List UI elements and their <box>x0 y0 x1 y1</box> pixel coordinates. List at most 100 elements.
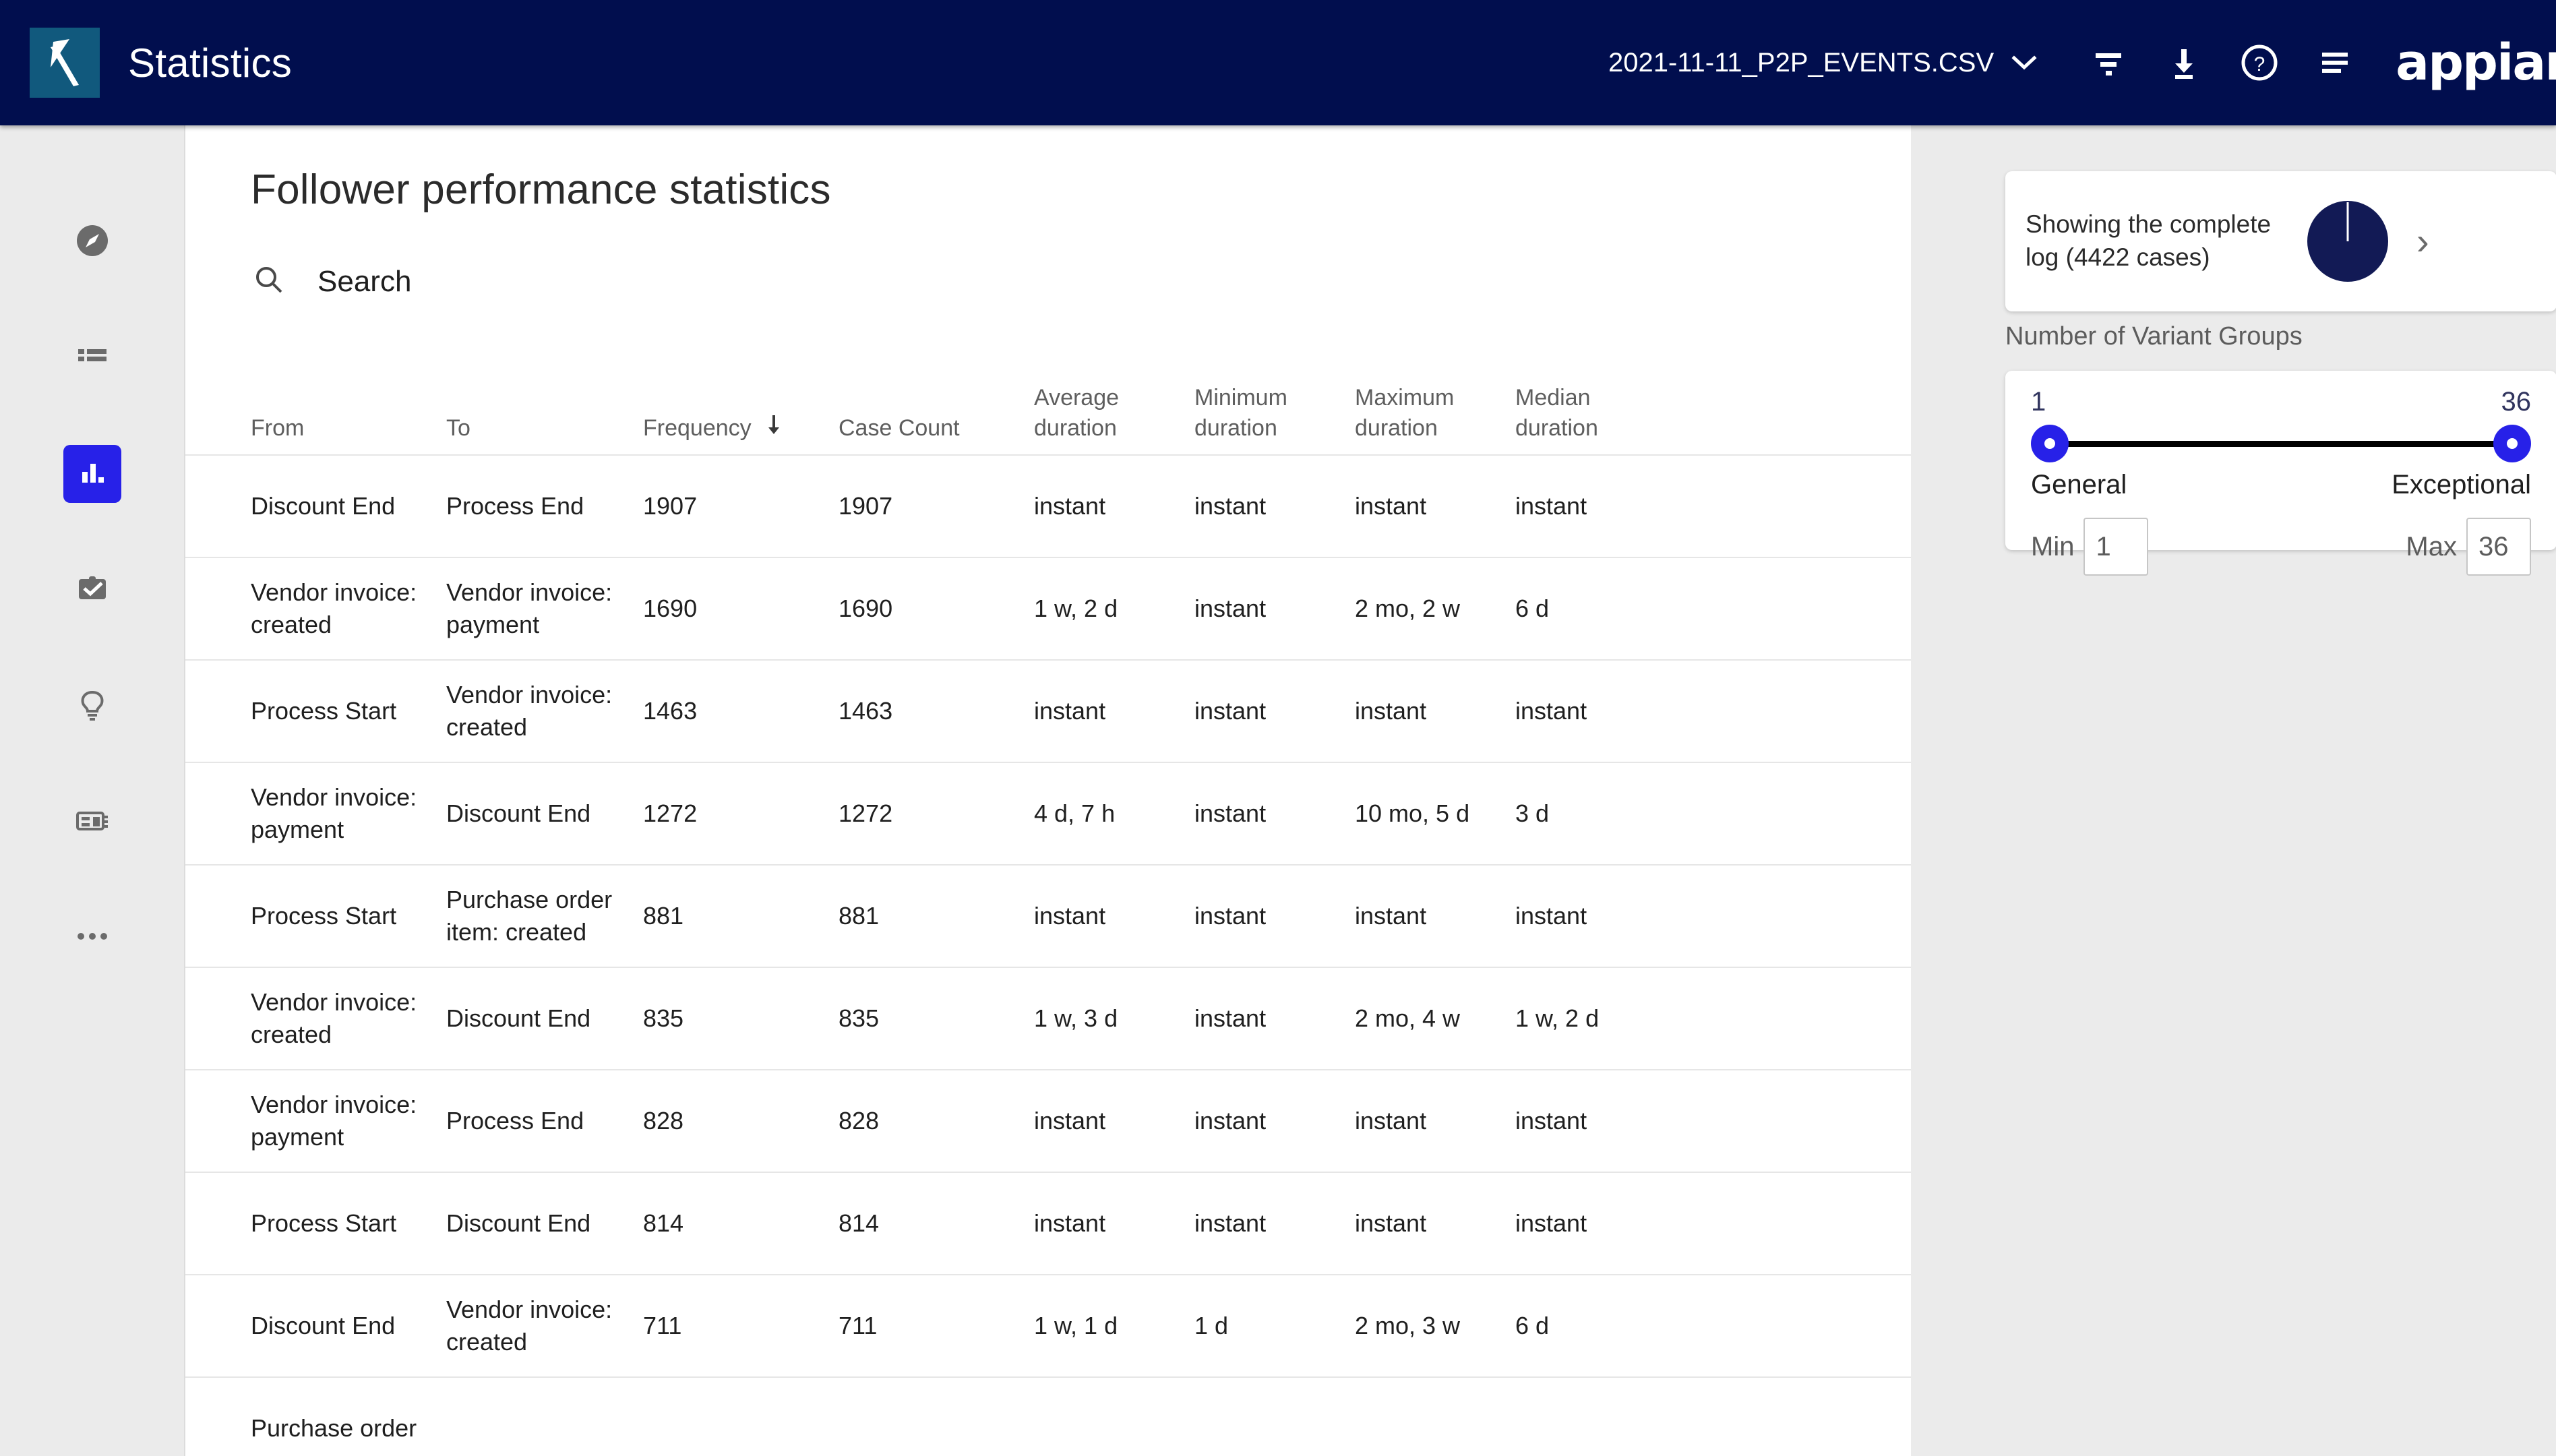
table-row[interactable]: Process Start Discount End 814 814 insta… <box>185 1173 1911 1275</box>
cell-case-count: 1690 <box>839 595 893 623</box>
cell-from: Vendor invoice: payment <box>251 1091 417 1151</box>
cell-frequency: 1907 <box>643 492 698 520</box>
download-icon[interactable] <box>2152 30 2216 95</box>
cell-average-duration: 1 w, 3 d <box>1034 1004 1118 1033</box>
slider-left-label: General <box>2031 470 2127 499</box>
log-summary-card[interactable]: Showing the complete log (4422 cases) › <box>2005 171 2556 311</box>
cell-from: Discount End <box>251 492 396 520</box>
cell-to: Process End <box>446 1107 584 1135</box>
cell-minimum-duration: instant <box>1194 697 1267 725</box>
column-header-average-duration[interactable]: Average duration <box>1034 383 1194 444</box>
table-row[interactable]: Vendor invoice: payment Discount End 127… <box>185 763 1911 866</box>
cell-average-duration: instant <box>1034 1107 1106 1135</box>
list-icon <box>73 338 111 379</box>
cell-to: Discount End <box>446 1004 591 1033</box>
cell-case-count: 1463 <box>839 697 893 725</box>
search-input[interactable]: Search <box>253 264 859 299</box>
table-row[interactable]: Vendor invoice: created Vendor invoice: … <box>185 558 1911 661</box>
sidebar-item-explore[interactable] <box>63 213 121 271</box>
cell-minimum-duration: instant <box>1194 1209 1267 1238</box>
sidebar-item-more[interactable] <box>63 909 121 967</box>
table-row[interactable]: Vendor invoice: payment Process End 828 … <box>185 1070 1911 1173</box>
appian-k-logo-icon[interactable] <box>30 28 100 98</box>
cell-case-count: 835 <box>839 1004 880 1033</box>
column-header-median-duration[interactable]: Median duration <box>1515 383 1691 444</box>
appian-wordmark-logo: appian <box>2396 34 2556 92</box>
hamburger-menu-icon[interactable] <box>2303 30 2367 95</box>
cell-maximum-duration: 2 mo, 2 w <box>1355 595 1461 623</box>
cell-median-duration: 1 w, 2 d <box>1515 1004 1600 1033</box>
chevron-down-icon <box>2011 48 2037 78</box>
section-title: Follower performance statistics <box>251 166 831 213</box>
slider-right-value: 36 <box>2501 387 2532 417</box>
slider-track <box>2050 440 2512 447</box>
column-header-case-count[interactable]: Case Count <box>839 413 1034 444</box>
variant-range-slider[interactable] <box>2031 421 2531 466</box>
cell-frequency: 1690 <box>643 595 698 623</box>
cell-case-count: 1907 <box>839 492 893 520</box>
cell-to: Vendor invoice: created <box>446 1296 613 1356</box>
sidebar-item-tasks[interactable] <box>63 561 121 619</box>
chevron-right-icon[interactable]: › <box>2416 222 2429 260</box>
cell-to: Process End <box>446 492 584 520</box>
cell-maximum-duration: instant <box>1355 492 1427 520</box>
cell-minimum-duration: instant <box>1194 595 1267 623</box>
file-select-dropdown[interactable]: 2021-11-11_P2P_EVENTS.CSV <box>1608 48 2037 78</box>
sidebar-item-list[interactable] <box>63 329 121 387</box>
follower-statistics-table: From To Frequency Case Count Average dur… <box>185 355 1911 1456</box>
cell-median-duration: instant <box>1515 492 1587 520</box>
cell-frequency: 1272 <box>643 799 698 828</box>
max-label: Max <box>2406 531 2457 562</box>
filter-icon[interactable] <box>2076 30 2141 95</box>
table-row[interactable]: Process Start Vendor invoice: created 14… <box>185 661 1911 763</box>
app-header: Statistics 2021-11-11_P2P_EVENTS.CSV ? a… <box>0 0 2556 125</box>
table-header-row: From To Frequency Case Count Average dur… <box>185 355 1911 456</box>
cell-minimum-duration: instant <box>1194 902 1267 930</box>
max-value-input[interactable] <box>2466 518 2531 576</box>
table-row[interactable]: Discount End Process End 1907 1907 insta… <box>185 456 1911 558</box>
cell-frequency: 828 <box>643 1107 684 1135</box>
cell-maximum-duration: instant <box>1355 1107 1427 1135</box>
cell-average-duration: instant <box>1034 697 1106 725</box>
cell-from: Vendor invoice: created <box>251 578 417 638</box>
cell-to: Discount End <box>446 799 591 828</box>
cell-to: Vendor invoice: created <box>446 681 613 741</box>
cell-median-duration: 6 d <box>1515 595 1550 623</box>
column-header-to[interactable]: To <box>446 413 643 444</box>
variant-groups-label: Number of Variant Groups <box>2005 322 2303 351</box>
column-header-frequency[interactable]: Frequency <box>643 413 839 444</box>
sidebar-item-insights[interactable] <box>63 677 121 735</box>
cell-maximum-duration: instant <box>1355 902 1427 930</box>
table-row[interactable]: Process Start Purchase order item: creat… <box>185 866 1911 968</box>
cell-from: Vendor invoice: created <box>251 988 417 1048</box>
column-header-from[interactable]: From <box>251 413 446 444</box>
cell-to: Discount End <box>446 1209 591 1238</box>
cell-median-duration: 3 d <box>1515 799 1550 828</box>
log-coverage-pie-chart <box>2307 201 2388 282</box>
cell-from: Discount End <box>251 1312 396 1340</box>
table-row[interactable]: Purchase order <box>185 1378 1911 1456</box>
column-header-minimum-duration[interactable]: Minimum duration <box>1194 383 1355 444</box>
table-row[interactable]: Discount End Vendor invoice: created 711… <box>185 1275 1911 1378</box>
table-row[interactable]: Vendor invoice: created Discount End 835… <box>185 968 1911 1070</box>
slider-knob-min[interactable] <box>2031 425 2069 462</box>
help-circle-icon[interactable]: ? <box>2227 30 2292 95</box>
cell-average-duration: 1 w, 2 d <box>1034 595 1118 623</box>
arrow-down-icon <box>766 413 782 444</box>
right-side-panel: Showing the complete log (4422 cases) › … <box>1911 125 2556 1456</box>
sidebar-item-statistics[interactable] <box>63 445 121 503</box>
slider-knob-max[interactable] <box>2493 425 2531 462</box>
search-placeholder: Search <box>317 264 412 298</box>
cell-from: Process Start <box>251 697 397 725</box>
column-header-maximum-duration[interactable]: Maximum duration <box>1355 383 1515 444</box>
cell-case-count: 814 <box>839 1209 880 1238</box>
cell-average-duration: instant <box>1034 492 1106 520</box>
sidebar-item-dashboard[interactable] <box>63 793 121 851</box>
log-summary-text: Showing the complete log (4422 cases) <box>2026 210 2272 271</box>
cell-median-duration: instant <box>1515 902 1587 930</box>
column-header-frequency-label: Frequency <box>643 415 752 442</box>
cell-minimum-duration: instant <box>1194 492 1267 520</box>
cell-frequency: 711 <box>643 1312 682 1340</box>
min-value-input[interactable] <box>2083 518 2149 576</box>
cell-case-count: 711 <box>839 1312 878 1340</box>
